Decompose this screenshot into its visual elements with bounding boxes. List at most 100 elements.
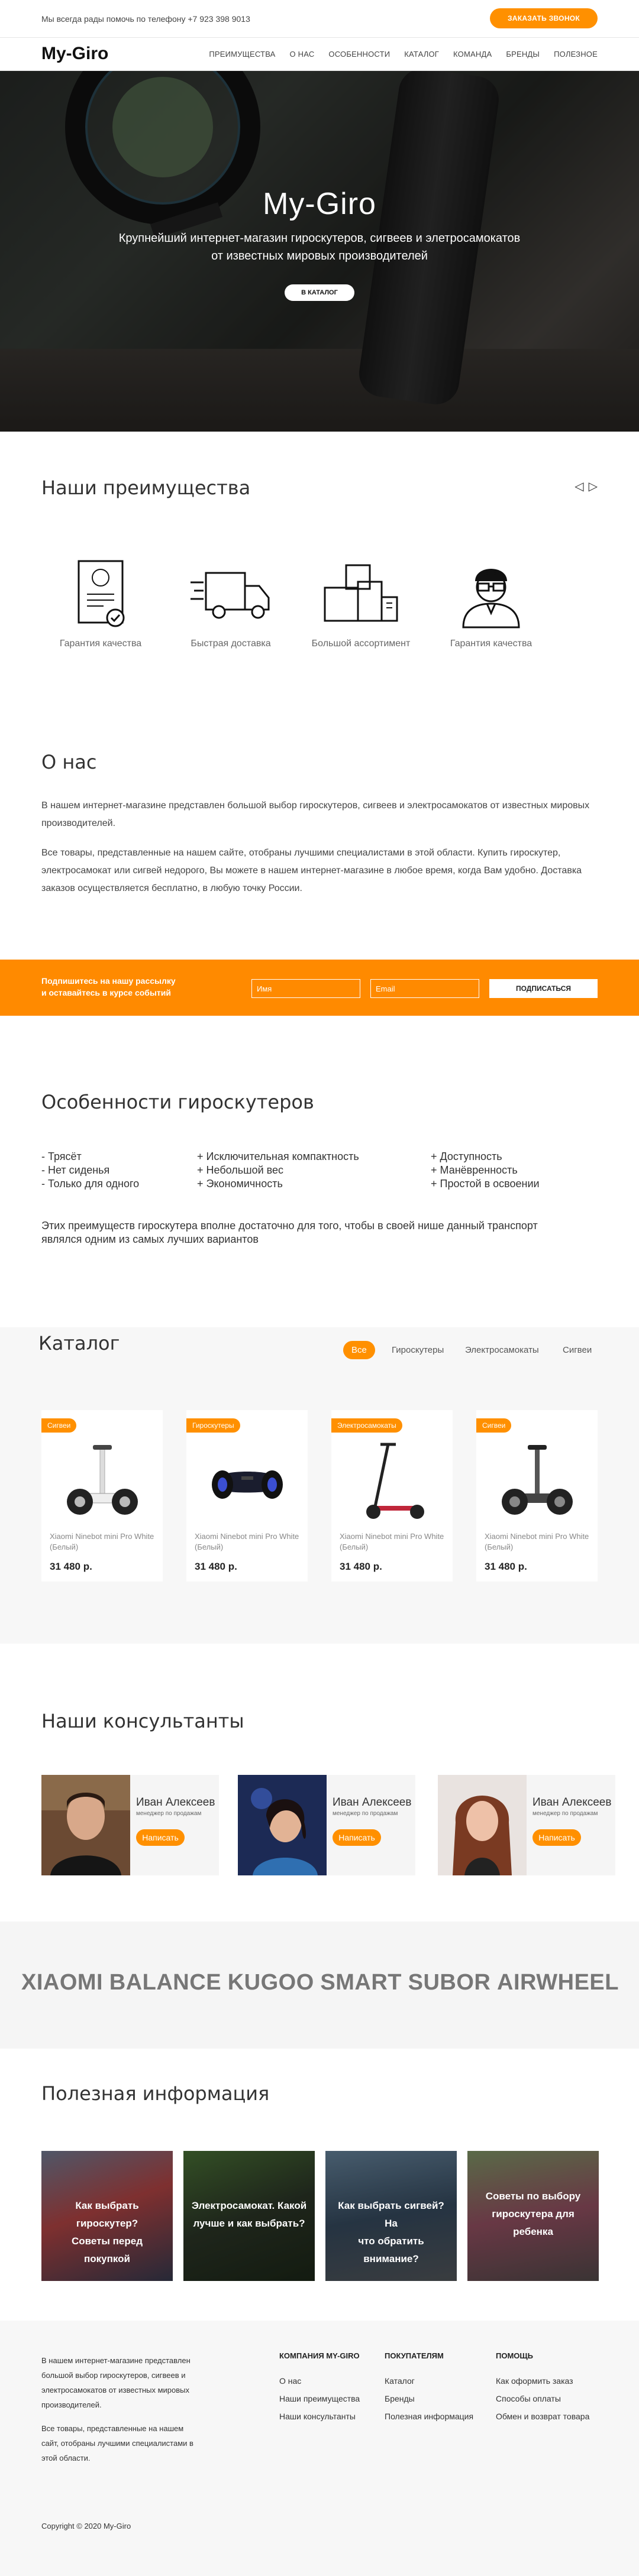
product-category-badge: Сигвеи bbox=[41, 1418, 77, 1433]
footer-help-column: Помощь Как оформить заказ Способы оплаты… bbox=[496, 2351, 589, 2425]
filter-scooters[interactable]: Электросамокаты bbox=[465, 1345, 539, 1355]
brand-balance[interactable]: BALANCE bbox=[109, 1970, 221, 1995]
filter-all[interactable]: Все bbox=[343, 1341, 375, 1359]
slider-next-arrow-icon[interactable]: ▷ bbox=[589, 479, 598, 494]
feature-item: + Исключительная компактность bbox=[197, 1151, 359, 1162]
advantage-label: Большой ассортимент bbox=[311, 639, 411, 649]
product-card[interactable]: Сигвеи Xiaomi Ninebot mini Pro White (Бе… bbox=[41, 1410, 163, 1582]
advantage-label: Гарантия качества bbox=[450, 639, 532, 649]
consultant-name: Иван Алексеев bbox=[532, 1796, 612, 1809]
feature-item: - Трясёт bbox=[41, 1151, 82, 1162]
advantages-slider-controls: ◁ ▷ bbox=[575, 479, 598, 494]
footer-link[interactable]: Наши преимущества bbox=[279, 2390, 360, 2407]
copyright: Copyright © 2020 My-Giro bbox=[41, 2522, 131, 2530]
brand-airwheel[interactable]: AIRWHEEL bbox=[497, 1970, 619, 1995]
consultant-card: Иван Алексеев менеджер по продажам Напис… bbox=[41, 1775, 219, 1875]
advantage-item: Быстрая доставка bbox=[172, 556, 290, 649]
subscribe-button[interactable]: Подписаться bbox=[489, 979, 598, 998]
write-button[interactable]: Написать bbox=[532, 1829, 581, 1846]
product-price: 31 480 р. bbox=[340, 1561, 382, 1572]
write-button[interactable]: Написать bbox=[333, 1829, 381, 1846]
about-title: О нас bbox=[41, 751, 97, 773]
filter-hoverboards[interactable]: Гироскутеры bbox=[392, 1345, 444, 1355]
feature-item: - Только для одного bbox=[41, 1178, 140, 1190]
nav-item-team[interactable]: Команда bbox=[453, 50, 492, 59]
footer-link[interactable]: Способы оплаты bbox=[496, 2390, 589, 2407]
slider-prev-arrow-icon[interactable]: ◁ bbox=[575, 479, 583, 494]
features-summary-line-2: являлся одним из самых лучших вариантов bbox=[41, 1233, 259, 1245]
order-call-button[interactable]: Заказать звонок bbox=[490, 8, 598, 28]
features-cons-list: - Трясёт - Нет сиденья - Только для одно… bbox=[41, 1150, 139, 1191]
nav-item-advantages[interactable]: Преимущества bbox=[209, 50, 275, 59]
about-section: О нас В нашем интернет-магазине представ… bbox=[41, 751, 598, 928]
footer-link[interactable]: О нас bbox=[279, 2372, 360, 2390]
consultant-card: Иван Алексеев менеджер по продажам Напис… bbox=[238, 1775, 415, 1875]
features-pros-list: + Исключительная компактность + Небольшо… bbox=[197, 1150, 359, 1191]
article-card[interactable]: Как выбрать сигвей? На что обратить вним… bbox=[325, 2151, 457, 2281]
feature-item: - Нет сиденья bbox=[41, 1164, 110, 1176]
hero-subtitle-line-1: Крупнейший интернет-магазин гироскутеров… bbox=[118, 232, 521, 245]
product-price: 31 480 р. bbox=[485, 1561, 527, 1572]
consultant-name: Иван Алексеев bbox=[136, 1796, 215, 1809]
footer-company-column: Компания My-Giro О нас Наши преимущества… bbox=[279, 2351, 360, 2425]
subscribe-email-input[interactable] bbox=[370, 979, 479, 998]
article-title: Как выбрать гироскутер? Советы перед пок… bbox=[47, 2197, 167, 2268]
logo[interactable]: My-Giro bbox=[41, 44, 108, 64]
product-category-badge: Сигвеи bbox=[476, 1418, 512, 1433]
feature-item: + Доступность bbox=[431, 1151, 502, 1162]
footer-link[interactable]: Наши консультанты bbox=[279, 2407, 360, 2425]
article-title-line: Советы по выбору bbox=[485, 2191, 581, 2202]
footer-link[interactable]: Каталог bbox=[385, 2372, 473, 2390]
footer-link[interactable]: Обмен и возврат товара bbox=[496, 2407, 589, 2425]
features-summary: Этих преимуществ гироскутера вполне дост… bbox=[41, 1219, 538, 1246]
brand-kugoo[interactable]: KUGOO bbox=[228, 1970, 314, 1995]
article-card[interactable]: Как выбрать гироскутер? Советы перед пок… bbox=[41, 2151, 173, 2281]
nav-item-catalog[interactable]: Каталог bbox=[404, 50, 439, 59]
product-name[interactable]: Xiaomi Ninebot mini Pro White (Белый) bbox=[50, 1531, 156, 1553]
to-catalog-button[interactable]: В каталог bbox=[285, 284, 354, 301]
product-card[interactable]: Сигвеи Xiaomi Ninebot mini Pro White (Бе… bbox=[476, 1410, 598, 1582]
nav-item-useful[interactable]: Полезное bbox=[554, 50, 598, 59]
footer-about-line: В нашем интернет-магазине представлен bbox=[41, 2356, 191, 2365]
footer: В нашем интернет-магазине представлен бо… bbox=[0, 2321, 639, 2576]
brand-subor[interactable]: SUBOR bbox=[408, 1970, 491, 1995]
write-button[interactable]: Написать bbox=[136, 1829, 185, 1846]
product-price: 31 480 р. bbox=[50, 1561, 92, 1572]
nav-item-about[interactable]: О нас bbox=[290, 50, 315, 59]
hero-title: My-Giro bbox=[263, 187, 376, 221]
article-card[interactable]: Советы по выбору гироскутера для ребенка bbox=[467, 2151, 599, 2281]
advantage-label: Быстрая доставка bbox=[191, 639, 271, 649]
footer-link[interactable]: Бренды bbox=[385, 2390, 473, 2407]
consultant-card: Иван Алексеев менеджер по продажам Напис… bbox=[438, 1775, 615, 1875]
footer-column-title: Компания My-Giro bbox=[279, 2351, 360, 2360]
nav-item-features[interactable]: Особенности bbox=[328, 50, 390, 59]
about-paragraph-1: В нашем интернет-магазине представлен бо… bbox=[41, 801, 590, 828]
hero-subtitle-line-2: от известных мировых производителей bbox=[211, 250, 428, 263]
subscribe-name-input[interactable] bbox=[251, 979, 360, 998]
product-card[interactable]: Электросамокаты Xiaomi Ninebot mini Pro … bbox=[331, 1410, 453, 1582]
brand-logos: XIAOMI BALANCE KUGOO SMART SUBOR AIRWHEE… bbox=[21, 1970, 619, 1995]
feature-item: + Простой в освоении bbox=[431, 1178, 540, 1190]
article-title: Советы по выбору гироскутера для ребенка bbox=[473, 2188, 593, 2241]
feature-item: + Небольшой вес bbox=[197, 1164, 284, 1176]
phone-text: Мы всегда рады помочь по телефону +7 923… bbox=[41, 14, 250, 24]
footer-customers-column: Покупателям Каталог Бренды Полезная инфо… bbox=[385, 2351, 473, 2425]
brand-smart[interactable]: SMART bbox=[320, 1970, 402, 1995]
features-pros-list-2: + Доступность + Манёвренность + Простой … bbox=[431, 1150, 540, 1191]
footer-link[interactable]: Как оформить заказ bbox=[496, 2372, 589, 2390]
footer-link[interactable]: Полезная информация bbox=[385, 2407, 473, 2425]
filter-segways[interactable]: Сигвеи bbox=[563, 1345, 592, 1355]
consultant-role: менеджер по продажам bbox=[136, 1810, 202, 1817]
footer-about-line: большой выбор гироскутеров, сигвеев и bbox=[41, 2371, 186, 2380]
brands-section: XIAOMI BALANCE KUGOO SMART SUBOR AIRWHEE… bbox=[0, 1922, 639, 2049]
advantage-item: Гарантия качества bbox=[432, 556, 550, 649]
product-name[interactable]: Xiaomi Ninebot mini Pro White (Белый) bbox=[195, 1531, 301, 1553]
article-card[interactable]: Электросамокат. Какой лучше и как выбрат… bbox=[183, 2151, 315, 2281]
advantages-section: Наши преимущества ◁ ▷ Гарантия качества … bbox=[41, 473, 598, 769]
features-title: Особенности гироскутеров bbox=[41, 1091, 314, 1113]
product-name[interactable]: Xiaomi Ninebot mini Pro White (Белый) bbox=[485, 1531, 591, 1553]
brand-xiaomi[interactable]: XIAOMI bbox=[21, 1970, 103, 1995]
product-card[interactable]: Гироскутеры Xiaomi Ninebot mini Pro Whit… bbox=[186, 1410, 308, 1582]
nav-item-brands[interactable]: Бренды bbox=[506, 50, 540, 59]
product-name[interactable]: Xiaomi Ninebot mini Pro White (Белый) bbox=[340, 1531, 446, 1553]
